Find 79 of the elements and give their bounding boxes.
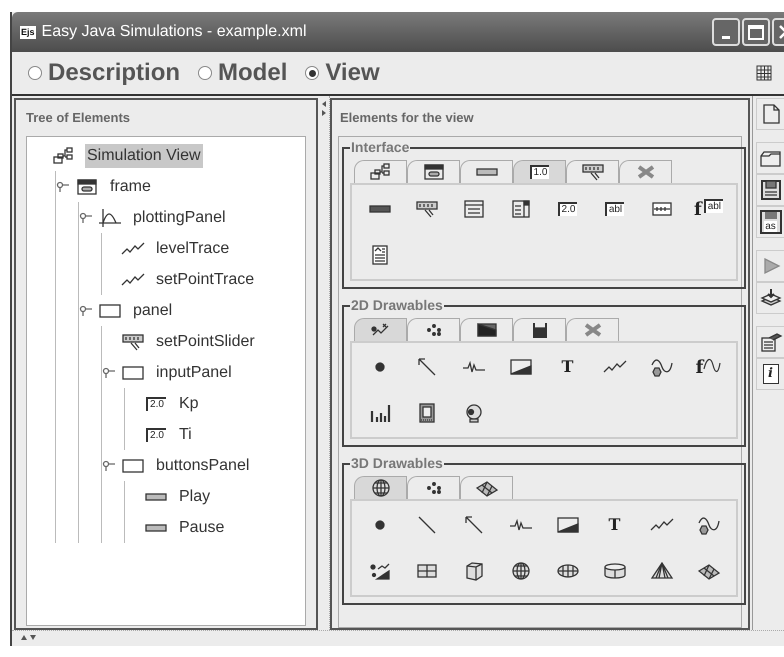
save-as-icon: as [760, 210, 782, 234]
slider-icon[interactable] [414, 199, 438, 219]
mode-radio[interactable]: Model [198, 55, 288, 91]
letter-icon[interactable]: T [562, 358, 574, 376]
panel-title: Elements for the view [339, 109, 475, 128]
window-icon [75, 176, 99, 196]
palette-tab[interactable] [460, 318, 513, 341]
table-icon[interactable] [462, 199, 486, 219]
group-title: 2D Drawables [350, 296, 444, 315]
palette-tab[interactable] [407, 318, 460, 341]
group-title: Interface [350, 138, 410, 157]
tree-item[interactable]: inputPanel [154, 360, 234, 384]
palette-tab[interactable] [354, 318, 407, 341]
palette-tab[interactable] [566, 160, 619, 183]
letter-icon[interactable]: T [608, 516, 620, 534]
plot-icon [98, 208, 122, 228]
cone-icon[interactable] [650, 561, 674, 581]
image-icon[interactable] [508, 357, 532, 377]
tree-item[interactable]: plottingPanel [131, 206, 228, 230]
tree-item[interactable]: setPointSlider [154, 330, 257, 354]
toolbar-button[interactable] [756, 98, 784, 130]
palette-tab[interactable] [460, 476, 513, 499]
panel-title: Tree of Elements [26, 109, 132, 128]
tree-item[interactable]: Kp [177, 392, 201, 416]
curve-icon[interactable] [696, 515, 720, 535]
toolbar-button[interactable]: as [756, 206, 784, 238]
info-icon: i [762, 364, 778, 384]
toolbar-button[interactable]: i [756, 358, 784, 390]
palette-tab[interactable] [460, 160, 513, 183]
save-icon [758, 180, 782, 200]
table-icon[interactable] [756, 65, 772, 81]
toolbar-button[interactable] [756, 282, 784, 314]
palette-tab[interactable] [407, 160, 460, 183]
expand-handle-icon[interactable] [102, 366, 116, 378]
tree-item[interactable]: frame [108, 174, 153, 198]
tree-item[interactable]: setPointTrace [154, 268, 256, 292]
palette-tab[interactable] [407, 476, 460, 499]
tree-item[interactable]: levelTrace [154, 236, 232, 260]
palette-tab[interactable] [354, 476, 407, 499]
number-field-icon[interactable]: 2.0 [558, 202, 578, 216]
expand-handle-icon[interactable] [102, 460, 116, 472]
app-logo: Ejs [20, 26, 36, 38]
expand-handle-icon[interactable] [79, 212, 93, 224]
number-field-icon: 2.0 [146, 428, 166, 442]
image-icon[interactable] [556, 515, 580, 535]
tree-item[interactable]: Simulation View [85, 144, 203, 168]
toolbar-button[interactable] [756, 174, 784, 206]
curve-icon[interactable] [650, 357, 674, 377]
minimize-button[interactable] [712, 18, 740, 46]
window-icon [422, 162, 446, 182]
mode-radio[interactable]: View [305, 55, 380, 91]
collapse-arrows-icon[interactable] [320, 100, 326, 118]
slider-icon [580, 162, 604, 182]
minimize-icon [722, 36, 730, 39]
tree-item[interactable]: buttonsPanel [154, 454, 252, 478]
palette-tab[interactable]: 1.0 [513, 160, 566, 183]
tree-item[interactable]: Pause [177, 516, 226, 540]
window-title: Easy Java Simulations - example.xml [42, 22, 306, 42]
number-field-icon: 1.0 [530, 165, 550, 179]
toolbar-button[interactable] [756, 142, 784, 174]
tree-item[interactable]: panel [131, 298, 174, 322]
slider-icon [121, 332, 145, 352]
tree-item[interactable]: Ti [177, 422, 194, 446]
scatter-icon[interactable] [368, 561, 392, 581]
palette-tab[interactable] [354, 160, 407, 183]
mode-radio[interactable]: Description [28, 55, 180, 91]
maximize-icon [748, 24, 764, 40]
maximize-button[interactable] [742, 18, 770, 46]
text-field-icon[interactable]: abl [604, 202, 624, 216]
group-title: 3D Drawables [350, 454, 444, 473]
cylinder-icon[interactable] [602, 561, 626, 581]
tree-item[interactable]: Play [177, 484, 212, 508]
expand-handle-icon[interactable] [56, 180, 70, 192]
resize-arrows-icon[interactable] [20, 632, 38, 640]
number-field-icon: 2.0 [146, 396, 166, 410]
expand-handle-icon[interactable] [79, 304, 93, 316]
hierarchy-icon [368, 162, 392, 182]
toolbar-button[interactable] [756, 326, 784, 358]
palette-tab[interactable] [513, 318, 566, 341]
